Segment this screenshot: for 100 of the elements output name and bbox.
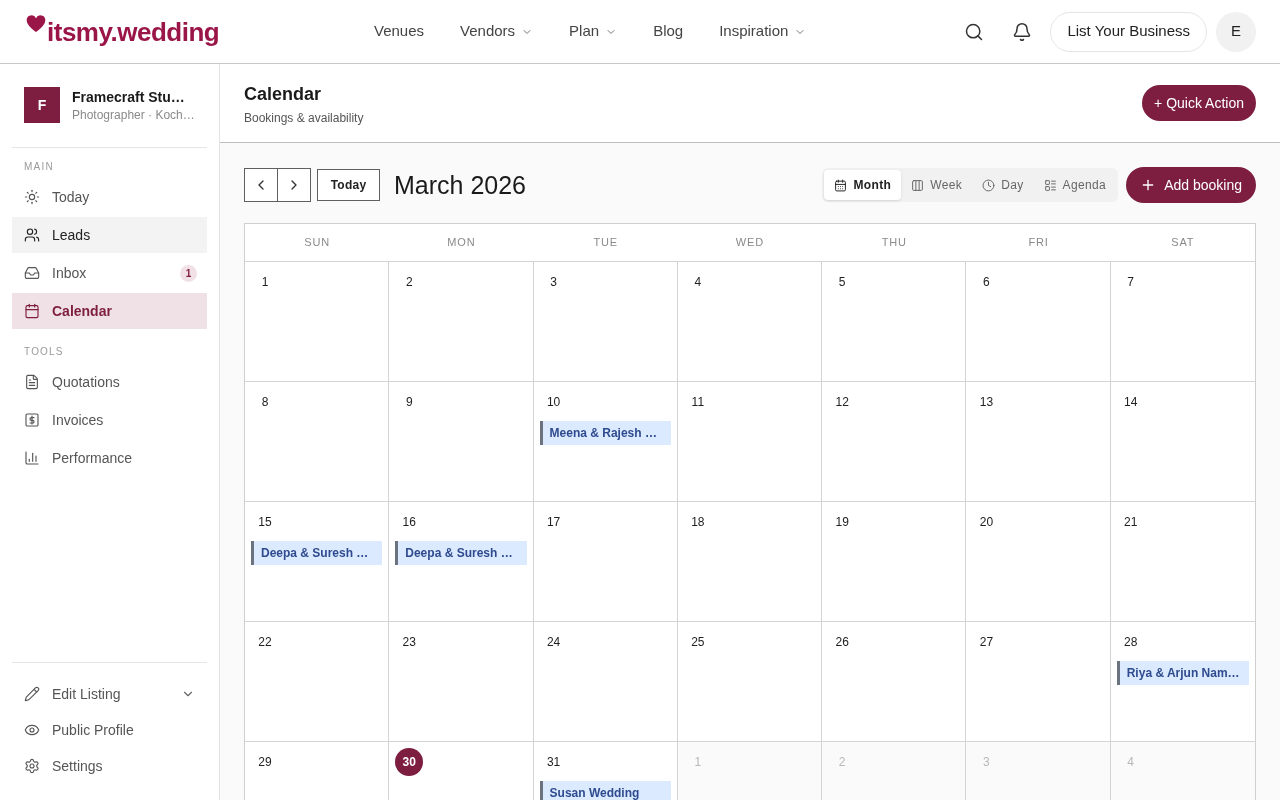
eye-icon [24,722,40,738]
day-number: 12 [835,394,849,410]
calendar-day-cell[interactable]: 11 [677,382,823,502]
day-number: 13 [979,394,994,410]
nav-link[interactable]: Venues [374,20,425,43]
calendar-day-cell[interactable]: 18 [677,502,823,622]
day-number: 9 [405,394,413,410]
calendar-day-cell[interactable]: 22 [245,622,390,742]
inbox-icon [24,265,40,281]
list-business-button[interactable]: List Your Business [1050,11,1207,52]
search-icon[interactable] [964,21,985,42]
calendar-day-cell[interactable]: 23 [389,622,534,742]
calendar-day-cell[interactable]: 10 Meena & Rajesh … [533,382,678,502]
calendar-day-cell[interactable]: 13 [966,382,1111,502]
calendar-day-cell[interactable]: 20 [966,502,1111,622]
day-number: 20 [979,514,994,530]
day-number: 11 [691,394,705,410]
sidebar-item[interactable]: Public Profile [12,712,207,748]
calendar-day-cell[interactable]: 8 [245,382,390,502]
calendar-day-cell[interactable]: 25 [677,622,823,742]
calendar-day-cell[interactable]: 1 [245,262,390,382]
site-logo[interactable]: itsmy.wedding [26,16,220,47]
day-number: 23 [402,634,416,650]
users-icon [24,227,40,243]
calendar-day-cell[interactable]: 17 [533,502,678,622]
nav-link[interactable]: Inspiration [719,20,807,43]
day-number: 1 [694,754,702,770]
view-tab[interactable]: Agenda [1033,170,1117,200]
calendar-day-cell[interactable]: 4 [677,262,823,382]
day-number: 31 [546,754,561,770]
day-number: 2 [838,754,846,770]
sidebar-item[interactable]: Calendar [12,293,207,329]
bar-chart-icon [24,450,40,466]
section-label: MAIN [23,161,55,173]
calendar-day-cell[interactable]: 27 [966,622,1111,742]
booking-event[interactable]: Susan Wedding [539,781,671,800]
calendar-day-cell[interactable]: 15 Deepa & Suresh … [245,502,390,622]
period-title: March 2026 [394,170,527,201]
weekday-label: MON [447,235,476,251]
view-tab[interactable]: Day [972,170,1034,200]
calendar-day-cell[interactable]: 24 [533,622,678,742]
calendar-day-cell[interactable]: 6 [966,262,1111,382]
add-booking-button[interactable]: Add booking [1126,167,1256,203]
list-icon [1043,178,1057,192]
view-tab[interactable]: Week [901,170,973,200]
settings-icon [24,758,40,774]
calendar-day-cell[interactable]: 2 [389,262,534,382]
section-label: TOOLS [23,346,65,358]
weekday-label: TUE [593,235,618,251]
sidebar-item[interactable]: Leads [12,217,207,253]
sidebar-item[interactable]: Quotations [12,364,207,400]
business-name: Framecraft Stu… [72,88,186,107]
today-button[interactable]: Today [317,169,380,201]
day-number: 4 [1127,754,1135,770]
calendar-day-cell[interactable]: 9 [389,382,534,502]
booking-event[interactable]: Riya & Arjun Nam… [1116,661,1249,685]
booking-event[interactable]: Meena & Rajesh … [539,421,671,445]
view-tab[interactable]: Month [824,170,902,200]
sidebar-item[interactable]: Today [12,179,207,215]
sidebar-item[interactable]: Invoices [12,402,207,438]
day-number: 6 [983,274,990,290]
nav-link[interactable]: Vendors [460,20,534,43]
day-number: 3 [550,274,557,290]
calendar-icon [24,303,40,319]
day-number: 27 [979,634,994,650]
document-icon [24,374,40,390]
nav-link[interactable]: Blog [653,20,684,43]
day-number: 19 [835,514,849,530]
calendar-day-cell[interactable]: 12 [822,382,967,502]
sidebar-item[interactable]: Settings [12,748,207,784]
booking-event[interactable]: Deepa & Suresh … [395,541,527,565]
page-title: Calendar [244,83,323,106]
calendar-day-cell[interactable]: 3 [533,262,678,382]
calendar-day-cell[interactable]: 16 Deepa & Suresh … [389,502,534,622]
heart-icon [26,14,46,32]
day-number: 21 [1124,514,1138,530]
sidebar-item[interactable]: Performance [12,440,207,476]
day-number: 16 [402,514,416,530]
day-number: 1 [261,274,269,290]
calendar-day-cell[interactable]: 26 [822,622,967,742]
notification-bell-icon[interactable] [1012,21,1033,42]
day-number: 3 [983,754,990,770]
user-avatar[interactable]: E [1216,11,1256,52]
quick-action-button[interactable]: + Quick Action [1142,85,1256,121]
day-number: 10 [546,394,561,410]
day-number: 18 [691,514,705,530]
day-number: 29 [258,754,272,770]
day-number: 15 [258,514,272,530]
day-number: 4 [694,274,702,290]
pencil-icon [24,686,40,702]
calendar-day-cell[interactable]: 19 [822,502,967,622]
day-number: 5 [838,274,846,290]
sidebar-item[interactable]: Inbox 1 [12,255,207,291]
nav-link[interactable]: Plan [569,20,618,43]
sidebar-item[interactable]: Edit Listing [12,676,207,712]
booking-event[interactable]: Deepa & Suresh … [251,541,383,565]
weekday-label: SUN [304,235,331,251]
day-number: 17 [546,514,561,530]
calendar-icon [834,178,848,192]
calendar-day-cell[interactable]: 5 [822,262,967,382]
